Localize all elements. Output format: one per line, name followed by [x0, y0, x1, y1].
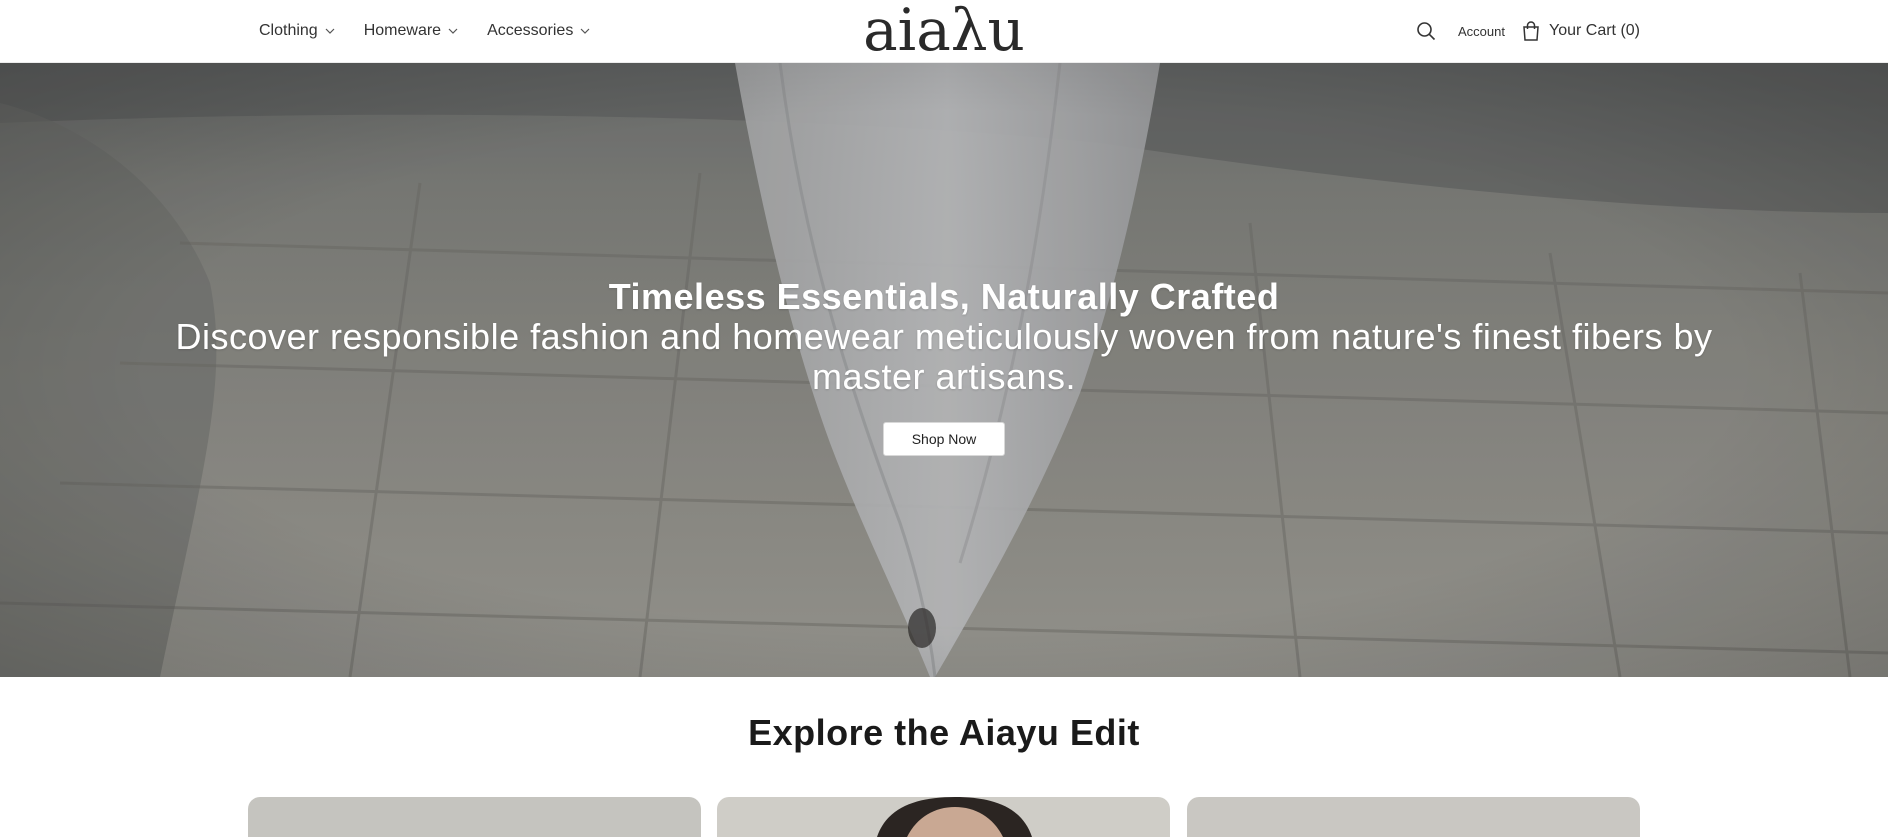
nav-item-clothing[interactable]: Clothing [259, 22, 336, 40]
cart-label: Your Cart (0) [1549, 22, 1640, 39]
chevron-down-icon [580, 28, 590, 34]
account-link[interactable]: Account [1458, 24, 1505, 39]
collection-card[interactable] [248, 797, 701, 837]
nav-item-homeware[interactable]: Homeware [364, 22, 459, 40]
nav-item-label: Homeware [363, 22, 442, 39]
explore-section-title: Explore the Aiayu Edit [748, 712, 1140, 753]
brand-logo-text: aiaλu [863, 2, 1025, 60]
main-nav: Clothing Homeware Accessories [259, 0, 619, 62]
model-photo [877, 797, 1032, 837]
hero-banner: Timeless Essentials, Naturally Crafted D… [0, 63, 1888, 677]
collection-card[interactable] [1187, 797, 1640, 837]
nav-item-label: Accessories [487, 22, 574, 39]
hero-content: Timeless Essentials, Naturally Crafted D… [0, 277, 1888, 456]
brand-logo[interactable]: aiaλu [856, 2, 1032, 60]
search-icon[interactable] [1416, 21, 1436, 41]
header-actions: Account Your Cart (0) [1416, 0, 1640, 62]
chevron-down-icon [325, 28, 335, 34]
site-header: Clothing Homeware Accessories aiaλu Acco… [0, 0, 1888, 63]
nav-item-accessories[interactable]: Accessories [487, 22, 591, 40]
nav-item-label: Clothing [259, 22, 318, 39]
chevron-down-icon [448, 28, 458, 34]
cart-link[interactable]: Your Cart (0) [1522, 21, 1640, 41]
hero-subtitle: Discover responsible fashion and homewea… [175, 316, 1713, 397]
hero-title: Timeless Essentials, Naturally Crafted [608, 276, 1280, 317]
shopping-bag-icon [1523, 21, 1539, 41]
collection-card[interactable] [717, 797, 1170, 837]
shop-now-button[interactable]: Shop Now [883, 422, 1005, 456]
